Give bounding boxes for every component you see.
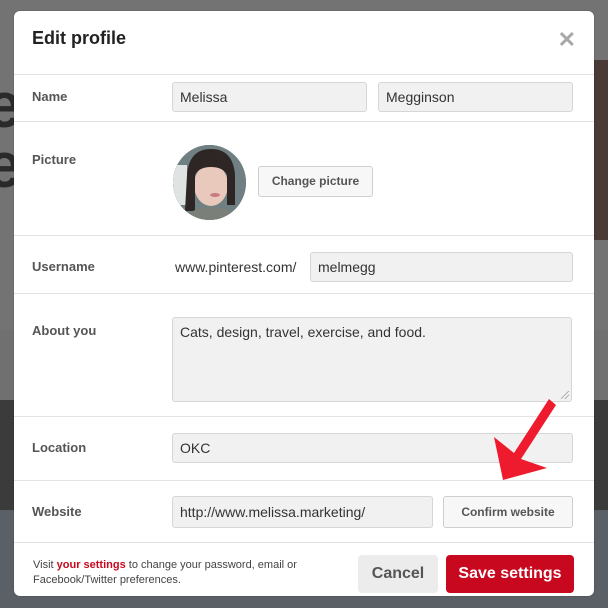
- modal-title: Edit profile: [32, 28, 126, 48]
- about-label: About you: [32, 323, 97, 338]
- settings-note: Visit your settings to change your passw…: [33, 558, 333, 588]
- note-prefix: Visit: [33, 559, 57, 571]
- about-text: Cats, design, travel, exercise, and food…: [180, 324, 426, 340]
- your-settings-link[interactable]: your settings: [57, 559, 126, 571]
- modal-header: Edit profile ✕: [14, 11, 594, 75]
- change-picture-button[interactable]: Change picture: [258, 166, 373, 197]
- resize-handle-icon[interactable]: [561, 391, 569, 399]
- location-label: Location: [32, 440, 87, 455]
- website-input[interactable]: http://www.melissa.marketing/: [172, 496, 433, 528]
- avatar: [173, 145, 246, 220]
- about-row: About you Cats, design, travel, exercise…: [14, 294, 594, 417]
- confirm-website-button[interactable]: Confirm website: [443, 496, 573, 528]
- username-label: Username: [32, 259, 95, 274]
- first-name-input[interactable]: Melissa: [172, 82, 367, 112]
- name-row: Name Melissa Megginson: [14, 75, 594, 122]
- username-row: Username www.pinterest.com/ melmegg: [14, 236, 594, 294]
- close-icon[interactable]: ✕: [558, 29, 576, 51]
- cancel-button[interactable]: Cancel: [358, 555, 438, 593]
- website-row: Website http://www.melissa.marketing/ Co…: [14, 481, 594, 543]
- last-name-input[interactable]: Megginson: [378, 82, 573, 112]
- username-prefix: www.pinterest.com/: [175, 259, 297, 275]
- location-input[interactable]: OKC: [172, 433, 573, 463]
- name-label: Name: [32, 89, 68, 104]
- modal-footer: Visit your settings to change your passw…: [14, 543, 594, 596]
- picture-label: Picture: [32, 152, 77, 167]
- location-row: Location OKC: [14, 417, 594, 481]
- website-label: Website: [32, 504, 82, 519]
- about-textarea[interactable]: Cats, design, travel, exercise, and food…: [172, 317, 572, 402]
- username-input[interactable]: melmegg: [310, 252, 573, 282]
- edit-profile-modal: Edit profile ✕ Name Melissa Megginson Pi…: [14, 11, 594, 596]
- save-settings-button[interactable]: Save settings: [446, 555, 574, 593]
- picture-row: Picture Change picture: [14, 122, 594, 236]
